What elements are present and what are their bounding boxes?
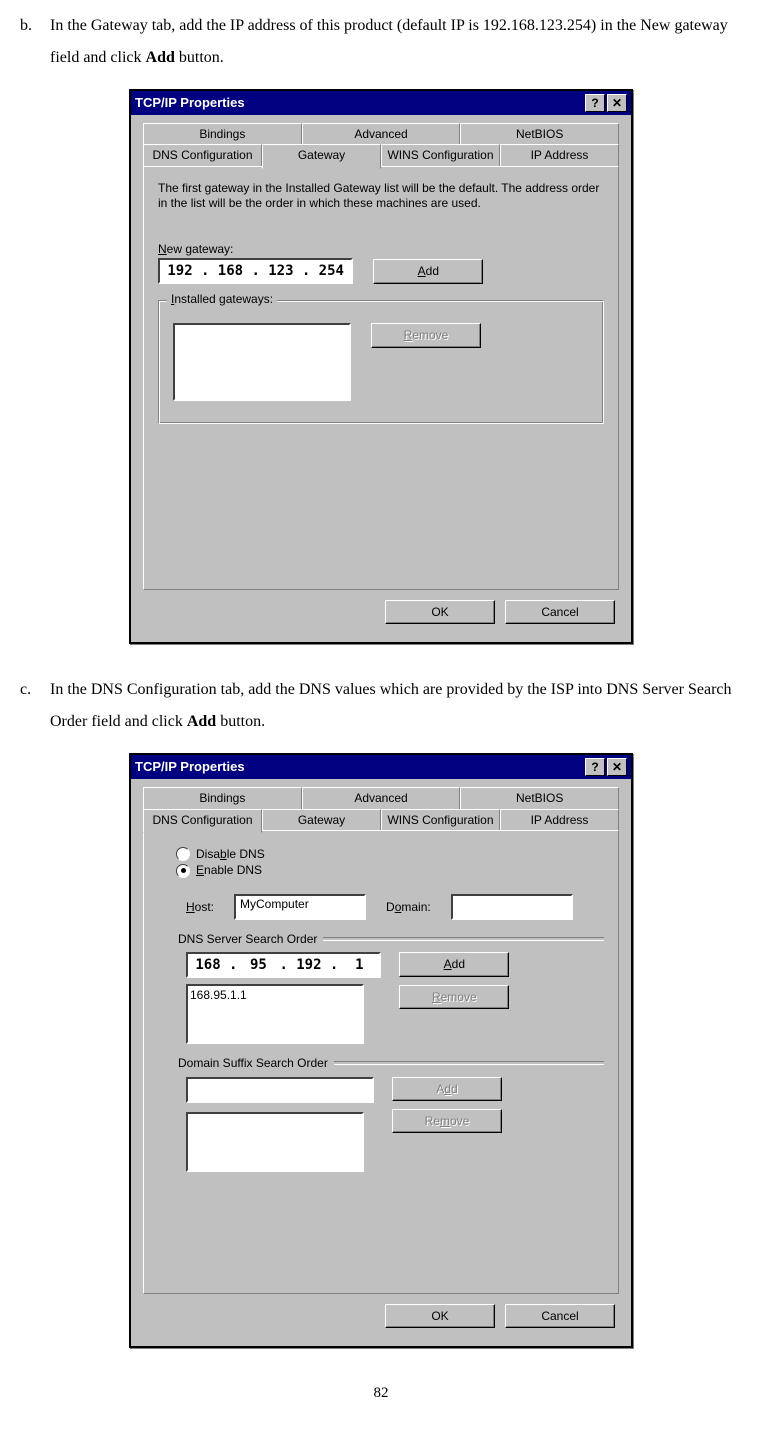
domain-suffix-label: Domain Suffix Search Order xyxy=(178,1056,328,1070)
tab-netbios[interactable]: NetBIOS xyxy=(460,123,619,145)
help-button[interactable]: ? xyxy=(585,94,605,112)
instruction-b-letter: b. xyxy=(20,10,50,74)
ib-after: button. xyxy=(175,49,224,66)
dns-panel: Disable DNS Enable DNS Host: MyComputer … xyxy=(143,830,619,1294)
ip-seg-1[interactable]: 192 xyxy=(160,263,200,280)
tcpip-dialog-gateway: TCP/IP Properties ? ✕ Bindings Advanced … xyxy=(129,89,633,644)
dialog-body-2: Bindings Advanced NetBIOS DNS Configurat… xyxy=(131,779,631,1346)
ip-seg-3[interactable]: 123 xyxy=(261,263,301,280)
dns-order-label: DNS Server Search Order xyxy=(178,932,317,946)
tab-bindings[interactable]: Bindings xyxy=(143,123,302,145)
dns-ip-4[interactable]: 1 xyxy=(339,957,379,974)
disable-dns-radio[interactable] xyxy=(176,847,190,861)
dns-order-section: 168. 95. 192. 1 168.95.1.1 Add Remove xyxy=(186,952,604,1044)
dialog-body: Bindings Advanced NetBIOS DNS Configurat… xyxy=(131,115,631,642)
tab-gateway-2[interactable]: Gateway xyxy=(262,809,381,831)
dns-remove-button: Remove xyxy=(399,985,509,1009)
tab-gateway[interactable]: Gateway xyxy=(262,144,381,168)
ip-seg-2[interactable]: 168 xyxy=(210,263,250,280)
new-gateway-label: NNew gateway:ew gateway: xyxy=(158,242,604,256)
ok-button-2[interactable]: OK xyxy=(385,1304,495,1328)
tab-dns-config[interactable]: DNS Configuration xyxy=(143,144,262,166)
close-button-2[interactable]: ✕ xyxy=(607,758,627,776)
suffix-input[interactable] xyxy=(186,1077,374,1103)
installed-gateways-label: Installed gateways: xyxy=(167,292,277,306)
instruction-c: c. In the DNS Configuration tab, add the… xyxy=(20,674,742,738)
disable-dns-label: Disable DNS xyxy=(196,847,265,861)
gateway-panel: The first gateway in the Installed Gatew… xyxy=(143,166,619,590)
tab-ip-address[interactable]: IP Address xyxy=(500,144,619,166)
suffix-remove-button: Remove xyxy=(392,1109,502,1133)
remove-button: Remove xyxy=(371,323,481,347)
title-text-2: TCP/IP Properties xyxy=(135,759,583,775)
help-button-2[interactable]: ? xyxy=(585,758,605,776)
ic-before: In the DNS Configuration tab, add the DN… xyxy=(50,681,732,730)
instruction-b: b. In the Gateway tab, add the IP addres… xyxy=(20,10,742,74)
disable-dns-row[interactable]: Disable DNS xyxy=(176,847,604,861)
titlebar-2: TCP/IP Properties ? ✕ xyxy=(131,755,631,779)
installed-gateways-list[interactable] xyxy=(173,323,351,401)
gateway-help-text: The first gateway in the Installed Gatew… xyxy=(158,181,604,212)
dns-server-list[interactable]: 168.95.1.1 xyxy=(186,984,364,1044)
close-button[interactable]: ✕ xyxy=(607,94,627,112)
ic-bold: Add xyxy=(187,713,216,730)
domain-suffix-section: Add Remove xyxy=(186,1077,604,1172)
tab-advanced[interactable]: Advanced xyxy=(302,123,461,145)
tcpip-dialog-dns: TCP/IP Properties ? ✕ Bindings Advanced … xyxy=(129,753,633,1348)
tab-ip-address-2[interactable]: IP Address xyxy=(500,809,619,831)
suffix-add-button: Add xyxy=(392,1077,502,1101)
domain-input[interactable] xyxy=(451,894,573,920)
ic-after: button. xyxy=(216,713,265,730)
dns-ip-2[interactable]: 95 xyxy=(238,957,278,974)
tabs-row-1b: Bindings Advanced NetBIOS xyxy=(141,787,621,809)
dns-list-item[interactable]: 168.95.1.1 xyxy=(190,988,360,1002)
tab-wins-config[interactable]: WINS Configuration xyxy=(381,144,500,166)
sep-icon xyxy=(323,937,604,941)
sep-icon-2 xyxy=(334,1061,604,1065)
add-button[interactable]: Add xyxy=(373,259,483,283)
installed-gateways-group: Installed gateways: Remove xyxy=(158,300,604,424)
new-gateway-input[interactable]: 192. 168. 123. 254 xyxy=(158,258,353,284)
ok-button[interactable]: OK xyxy=(385,600,495,624)
host-input[interactable]: MyComputer xyxy=(234,894,366,920)
ip-seg-4[interactable]: 254 xyxy=(311,263,351,280)
dns-ip-1[interactable]: 168 xyxy=(188,957,228,974)
tabs-row-2: DNS Configuration Gateway WINS Configura… xyxy=(141,144,621,166)
ib-bold: Add xyxy=(146,49,175,66)
tabs-row-2b: DNS Configuration Gateway WINS Configura… xyxy=(141,809,621,831)
cancel-button[interactable]: Cancel xyxy=(505,600,615,624)
dns-add-button[interactable]: Add xyxy=(399,952,509,976)
new-gateway-row: 192. 168. 123. 254 Add xyxy=(158,258,604,284)
host-label: Host: xyxy=(186,900,214,914)
tab-bindings-2[interactable]: Bindings xyxy=(143,787,302,809)
dialog-buttons-2: OK Cancel xyxy=(141,1304,621,1336)
instruction-c-text: In the DNS Configuration tab, add the DN… xyxy=(50,674,742,738)
domain-suffix-list[interactable] xyxy=(186,1112,364,1172)
page-number: 82 xyxy=(20,1378,742,1408)
domain-label: Domain: xyxy=(386,900,431,914)
tabs-row-1: Bindings Advanced NetBIOS xyxy=(141,123,621,145)
cancel-button-2[interactable]: Cancel xyxy=(505,1304,615,1328)
tab-dns-config-2[interactable]: DNS Configuration xyxy=(143,809,262,833)
tab-netbios-2[interactable]: NetBIOS xyxy=(460,787,619,809)
enable-dns-row[interactable]: Enable DNS xyxy=(176,863,604,877)
tab-advanced-2[interactable]: Advanced xyxy=(302,787,461,809)
dns-ip-input[interactable]: 168. 95. 192. 1 xyxy=(186,952,381,978)
instruction-c-letter: c. xyxy=(20,674,50,738)
instruction-b-text: In the Gateway tab, add the IP address o… xyxy=(50,10,742,74)
tab-wins-config-2[interactable]: WINS Configuration xyxy=(381,809,500,831)
titlebar: TCP/IP Properties ? ✕ xyxy=(131,91,631,115)
dialog-buttons: OK Cancel xyxy=(141,600,621,632)
enable-dns-label: Enable DNS xyxy=(196,863,262,877)
enable-dns-radio[interactable] xyxy=(176,864,190,878)
title-text: TCP/IP Properties xyxy=(135,95,583,111)
dns-ip-3[interactable]: 192 xyxy=(289,957,329,974)
